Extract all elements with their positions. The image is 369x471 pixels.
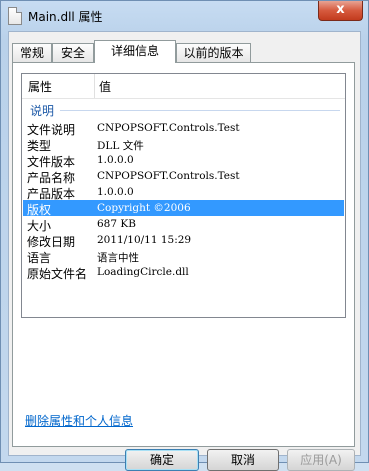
property-value: 2011/10/11 15:29 bbox=[97, 234, 192, 246]
property-value: Copyright ©2006 bbox=[97, 202, 191, 214]
group-header-description: 说明 bbox=[26, 101, 341, 118]
property-value: 1.0.0.0 bbox=[97, 154, 134, 166]
list-item[interactable]: 产品版本 1.0.0.0 bbox=[23, 184, 344, 201]
list-item[interactable]: 大小 687 KB bbox=[23, 216, 344, 233]
list-item[interactable]: 类型 DLL 文件 bbox=[23, 136, 344, 153]
column-header-value[interactable]: 值 bbox=[99, 78, 111, 95]
cancel-button[interactable]: 取消 bbox=[207, 449, 279, 471]
property-value: CNPOPSOFT.Controls.Test bbox=[97, 122, 240, 134]
details-panel: 属性 值 说明 文件说明 CNPOPSOFT.Controls.Test 类型 … bbox=[12, 62, 355, 447]
apply-button[interactable]: 应用(A) bbox=[287, 449, 355, 471]
file-icon bbox=[8, 7, 22, 25]
group-divider bbox=[60, 110, 340, 111]
tab-previous-versions[interactable]: 以前的版本 bbox=[176, 43, 251, 62]
column-header-property[interactable]: 属性 bbox=[28, 78, 52, 95]
properties-list[interactable]: 属性 值 说明 文件说明 CNPOPSOFT.Controls.Test 类型 … bbox=[21, 73, 346, 318]
tab-details[interactable]: 详细信息 bbox=[94, 40, 176, 63]
list-item[interactable]: 原始文件名 LoadingCircle.dll bbox=[23, 264, 344, 281]
property-value: DLL 文件 bbox=[97, 140, 144, 152]
property-value: 1.0.0.0 bbox=[97, 186, 134, 198]
list-item[interactable]: 修改日期 2011/10/11 15:29 bbox=[23, 232, 344, 249]
window-title: Main.dll 属性 bbox=[28, 10, 103, 24]
list-item[interactable]: 文件说明 CNPOPSOFT.Controls.Test bbox=[23, 120, 344, 137]
tab-general[interactable]: 常规 bbox=[12, 43, 52, 62]
remove-properties-link[interactable]: 删除属性和个人信息 bbox=[25, 412, 133, 429]
list-header: 属性 值 bbox=[22, 74, 345, 99]
dialog-client: 常规 安全 详细信息 以前的版本 属性 值 说明 文件说明 CNPOPSOFT.… bbox=[8, 31, 361, 471]
close-button[interactable]: x bbox=[318, 1, 363, 21]
list-item[interactable]: 文件版本 1.0.0.0 bbox=[23, 152, 344, 169]
property-value: CNPOPSOFT.Controls.Test bbox=[97, 170, 240, 182]
list-item[interactable]: 产品名称 CNPOPSOFT.Controls.Test bbox=[23, 168, 344, 185]
tab-security[interactable]: 安全 bbox=[52, 43, 94, 62]
list-item[interactable]: 语言 语言中性 bbox=[23, 248, 344, 265]
property-value: LoadingCircle.dll bbox=[97, 266, 189, 278]
properties-window: Main.dll 属性 x 常规 安全 详细信息 以前的版本 属性 值 说明 文… bbox=[0, 0, 369, 471]
title-bar[interactable]: Main.dll 属性 x bbox=[1, 1, 368, 31]
property-value: 语言中性 bbox=[97, 252, 139, 264]
column-divider[interactable] bbox=[94, 74, 95, 98]
property-name: 原始文件名 bbox=[27, 267, 88, 281]
ok-button[interactable]: 确定 bbox=[125, 449, 199, 471]
property-value: 687 KB bbox=[97, 218, 136, 230]
group-label: 说明 bbox=[30, 104, 55, 118]
list-item-selected[interactable]: 版权 Copyright ©2006 bbox=[23, 200, 344, 217]
